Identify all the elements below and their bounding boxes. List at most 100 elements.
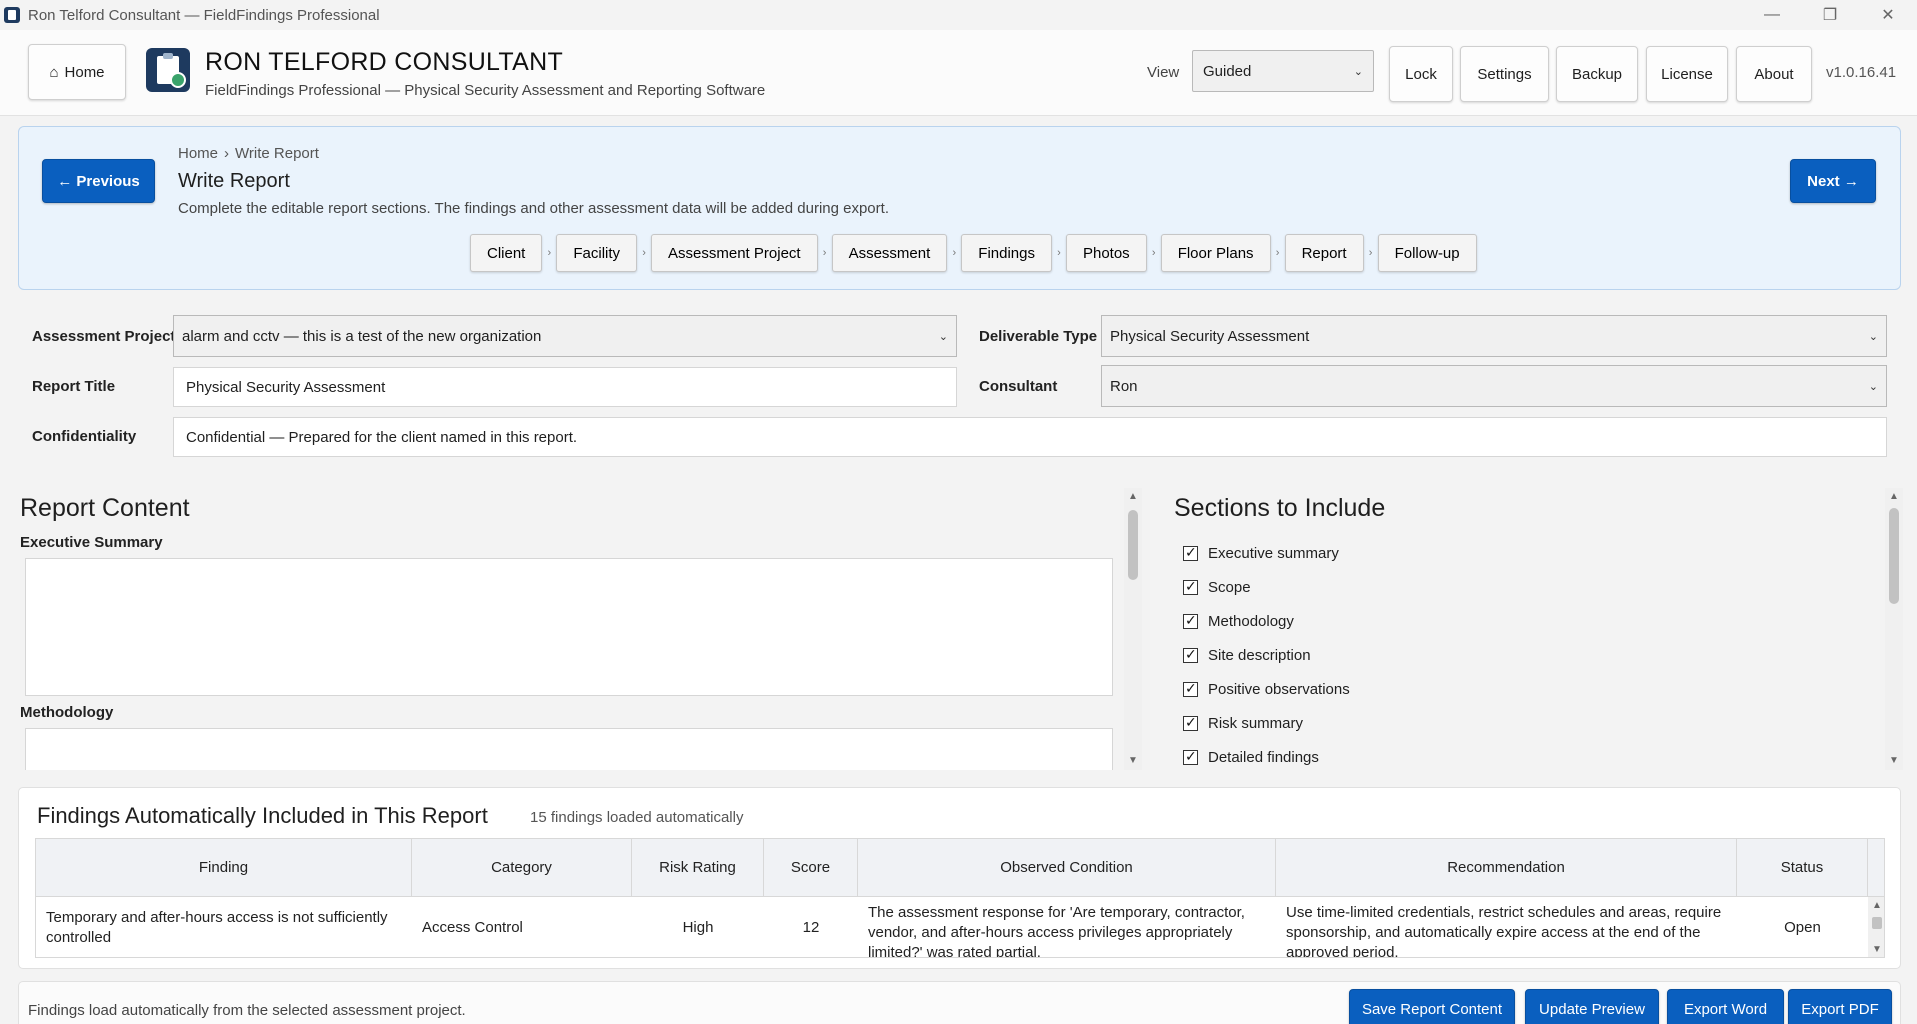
- section-checkbox-scope[interactable]: Scope: [1183, 570, 1350, 604]
- scroll-up-icon[interactable]: ▲: [1868, 897, 1884, 915]
- cell-status[interactable]: Open: [1737, 897, 1868, 957]
- checkbox-label: Positive observations: [1208, 680, 1350, 698]
- checkbox-checked-icon[interactable]: [1183, 714, 1198, 731]
- section-checkbox-positive-observations[interactable]: Positive observations: [1183, 672, 1350, 706]
- scroll-up-icon[interactable]: ▲: [1124, 488, 1142, 506]
- scroll-up-icon[interactable]: ▲: [1885, 488, 1903, 506]
- company-name: RON TELFORD CONSULTANT: [205, 48, 564, 76]
- page-description: Complete the editable report sections. T…: [178, 200, 889, 217]
- update-preview-button[interactable]: Update Preview: [1525, 989, 1659, 1024]
- next-button[interactable]: Next →: [1790, 159, 1876, 203]
- checkbox-checked-icon[interactable]: [1183, 578, 1198, 595]
- export-pdf-button[interactable]: Export PDF: [1788, 989, 1892, 1024]
- sections-checklist: Executive summary Scope Methodology Site…: [1183, 536, 1350, 774]
- scrollbar-thumb[interactable]: [1872, 917, 1882, 929]
- cell-risk-rating[interactable]: High: [632, 897, 764, 957]
- column-header-score[interactable]: Score: [764, 839, 858, 897]
- breadcrumb: Home › Write Report: [178, 145, 319, 162]
- license-button[interactable]: License: [1646, 46, 1728, 102]
- chevron-down-icon: ⌄: [1868, 330, 1878, 343]
- findings-table-scrollbar[interactable]: ▲ ▼: [1868, 897, 1884, 957]
- step-findings[interactable]: Findings: [961, 234, 1052, 272]
- cell-observed-condition[interactable]: The assessment response for 'Are tempora…: [868, 897, 1266, 957]
- chevron-down-icon: ⌄: [938, 330, 948, 343]
- home-button[interactable]: ⌂ Home: [28, 44, 126, 100]
- consultant-select[interactable]: Ron ⌄: [1101, 365, 1887, 407]
- findings-count: 15 findings loaded automatically: [530, 809, 744, 826]
- checkbox-checked-icon[interactable]: [1183, 680, 1198, 697]
- cell-score[interactable]: 12: [764, 897, 858, 957]
- backup-button[interactable]: Backup: [1556, 46, 1638, 102]
- footer-note: Findings load automatically from the sel…: [28, 1002, 466, 1019]
- close-icon[interactable]: ✕: [1859, 0, 1917, 30]
- deliverable-type-select[interactable]: Physical Security Assessment ⌄: [1101, 315, 1887, 357]
- chevron-down-icon: ⌄: [1353, 65, 1363, 78]
- sections-heading: Sections to Include: [1174, 494, 1386, 522]
- executive-summary-label: Executive Summary: [20, 534, 163, 551]
- scrollbar-thumb[interactable]: [1889, 508, 1899, 604]
- lock-button[interactable]: Lock: [1389, 46, 1453, 102]
- assessment-project-value: alarm and cctv — this is a test of the n…: [182, 327, 542, 345]
- deliverable-type-value: Physical Security Assessment: [1110, 327, 1310, 345]
- step-follow-up[interactable]: Follow-up: [1377, 234, 1477, 272]
- about-button[interactable]: About: [1736, 46, 1812, 102]
- column-header-risk-rating[interactable]: Risk Rating: [632, 839, 764, 897]
- confidentiality-input[interactable]: Confidential — Prepared for the client n…: [173, 417, 1887, 457]
- scroll-down-icon[interactable]: ▼: [1885, 752, 1903, 770]
- cell-category[interactable]: Access Control: [422, 897, 622, 957]
- column-header-observed-condition[interactable]: Observed Condition: [858, 839, 1276, 897]
- column-header-category[interactable]: Category: [412, 839, 632, 897]
- scroll-down-icon[interactable]: ▼: [1868, 941, 1884, 957]
- view-select[interactable]: Guided ⌄: [1192, 50, 1374, 92]
- previous-button[interactable]: ← Previous: [42, 159, 155, 203]
- cell-recommendation[interactable]: Use time-limited credentials, restrict s…: [1286, 897, 1727, 957]
- checkbox-label: Detailed findings: [1208, 748, 1319, 766]
- step-assessment[interactable]: Assessment: [831, 234, 948, 272]
- section-checkbox-executive-summary[interactable]: Executive summary: [1183, 536, 1350, 570]
- assessment-project-select[interactable]: alarm and cctv — this is a test of the n…: [173, 315, 957, 357]
- step-assessment-project[interactable]: Assessment Project: [651, 234, 818, 272]
- column-header-finding[interactable]: Finding: [36, 839, 412, 897]
- step-report[interactable]: Report: [1284, 234, 1364, 272]
- checkbox-checked-icon[interactable]: [1183, 646, 1198, 663]
- step-facility[interactable]: Facility: [556, 234, 638, 272]
- scrollbar-thumb[interactable]: [1128, 510, 1138, 580]
- step-floor-plans[interactable]: Floor Plans: [1160, 234, 1271, 272]
- checkbox-checked-icon[interactable]: [1183, 612, 1198, 629]
- checkbox-label: Executive summary: [1208, 544, 1339, 562]
- confidentiality-label: Confidentiality: [32, 428, 137, 445]
- cell-finding[interactable]: Temporary and after-hours access is not …: [46, 897, 402, 957]
- report-title-input[interactable]: Physical Security Assessment: [173, 367, 957, 407]
- report-content-scrollbar[interactable]: ▲ ▼: [1124, 488, 1142, 770]
- executive-summary-textarea[interactable]: [25, 558, 1113, 696]
- section-checkbox-methodology[interactable]: Methodology: [1183, 604, 1350, 638]
- findings-heading: Findings Automatically Included in This …: [37, 803, 488, 828]
- sections-scrollbar[interactable]: ▲ ▼: [1885, 488, 1903, 770]
- restore-icon[interactable]: ❐: [1801, 0, 1859, 30]
- checkbox-label: Site description: [1208, 646, 1311, 664]
- column-header-status[interactable]: Status: [1737, 839, 1868, 897]
- section-checkbox-risk-summary[interactable]: Risk summary: [1183, 706, 1350, 740]
- section-checkbox-detailed-findings[interactable]: Detailed findings: [1183, 740, 1350, 774]
- step-separator: ›: [547, 247, 552, 259]
- minimize-icon[interactable]: —: [1743, 0, 1801, 30]
- breadcrumb-home[interactable]: Home: [178, 145, 218, 162]
- column-header-recommendation[interactable]: Recommendation: [1276, 839, 1737, 897]
- methodology-textarea[interactable]: [25, 728, 1113, 770]
- step-client[interactable]: Client: [470, 234, 543, 272]
- page-title: Write Report: [178, 170, 290, 192]
- checkbox-checked-icon[interactable]: [1183, 748, 1198, 765]
- step-separator: ›: [642, 247, 646, 259]
- settings-button[interactable]: Settings: [1460, 46, 1549, 102]
- step-separator: ›: [1368, 247, 1373, 259]
- scroll-down-icon[interactable]: ▼: [1124, 752, 1142, 770]
- step-photos[interactable]: Photos: [1065, 234, 1147, 272]
- breadcrumb-current: Write Report: [235, 145, 319, 162]
- export-word-button[interactable]: Export Word: [1667, 989, 1784, 1024]
- checkbox-checked-icon[interactable]: [1183, 544, 1198, 561]
- save-report-content-button[interactable]: Save Report Content: [1349, 989, 1515, 1024]
- deliverable-type-label: Deliverable Type: [979, 328, 1098, 345]
- breadcrumb-separator: ›: [224, 145, 230, 162]
- section-checkbox-site-description[interactable]: Site description: [1183, 638, 1350, 672]
- step-separator: ›: [822, 247, 827, 259]
